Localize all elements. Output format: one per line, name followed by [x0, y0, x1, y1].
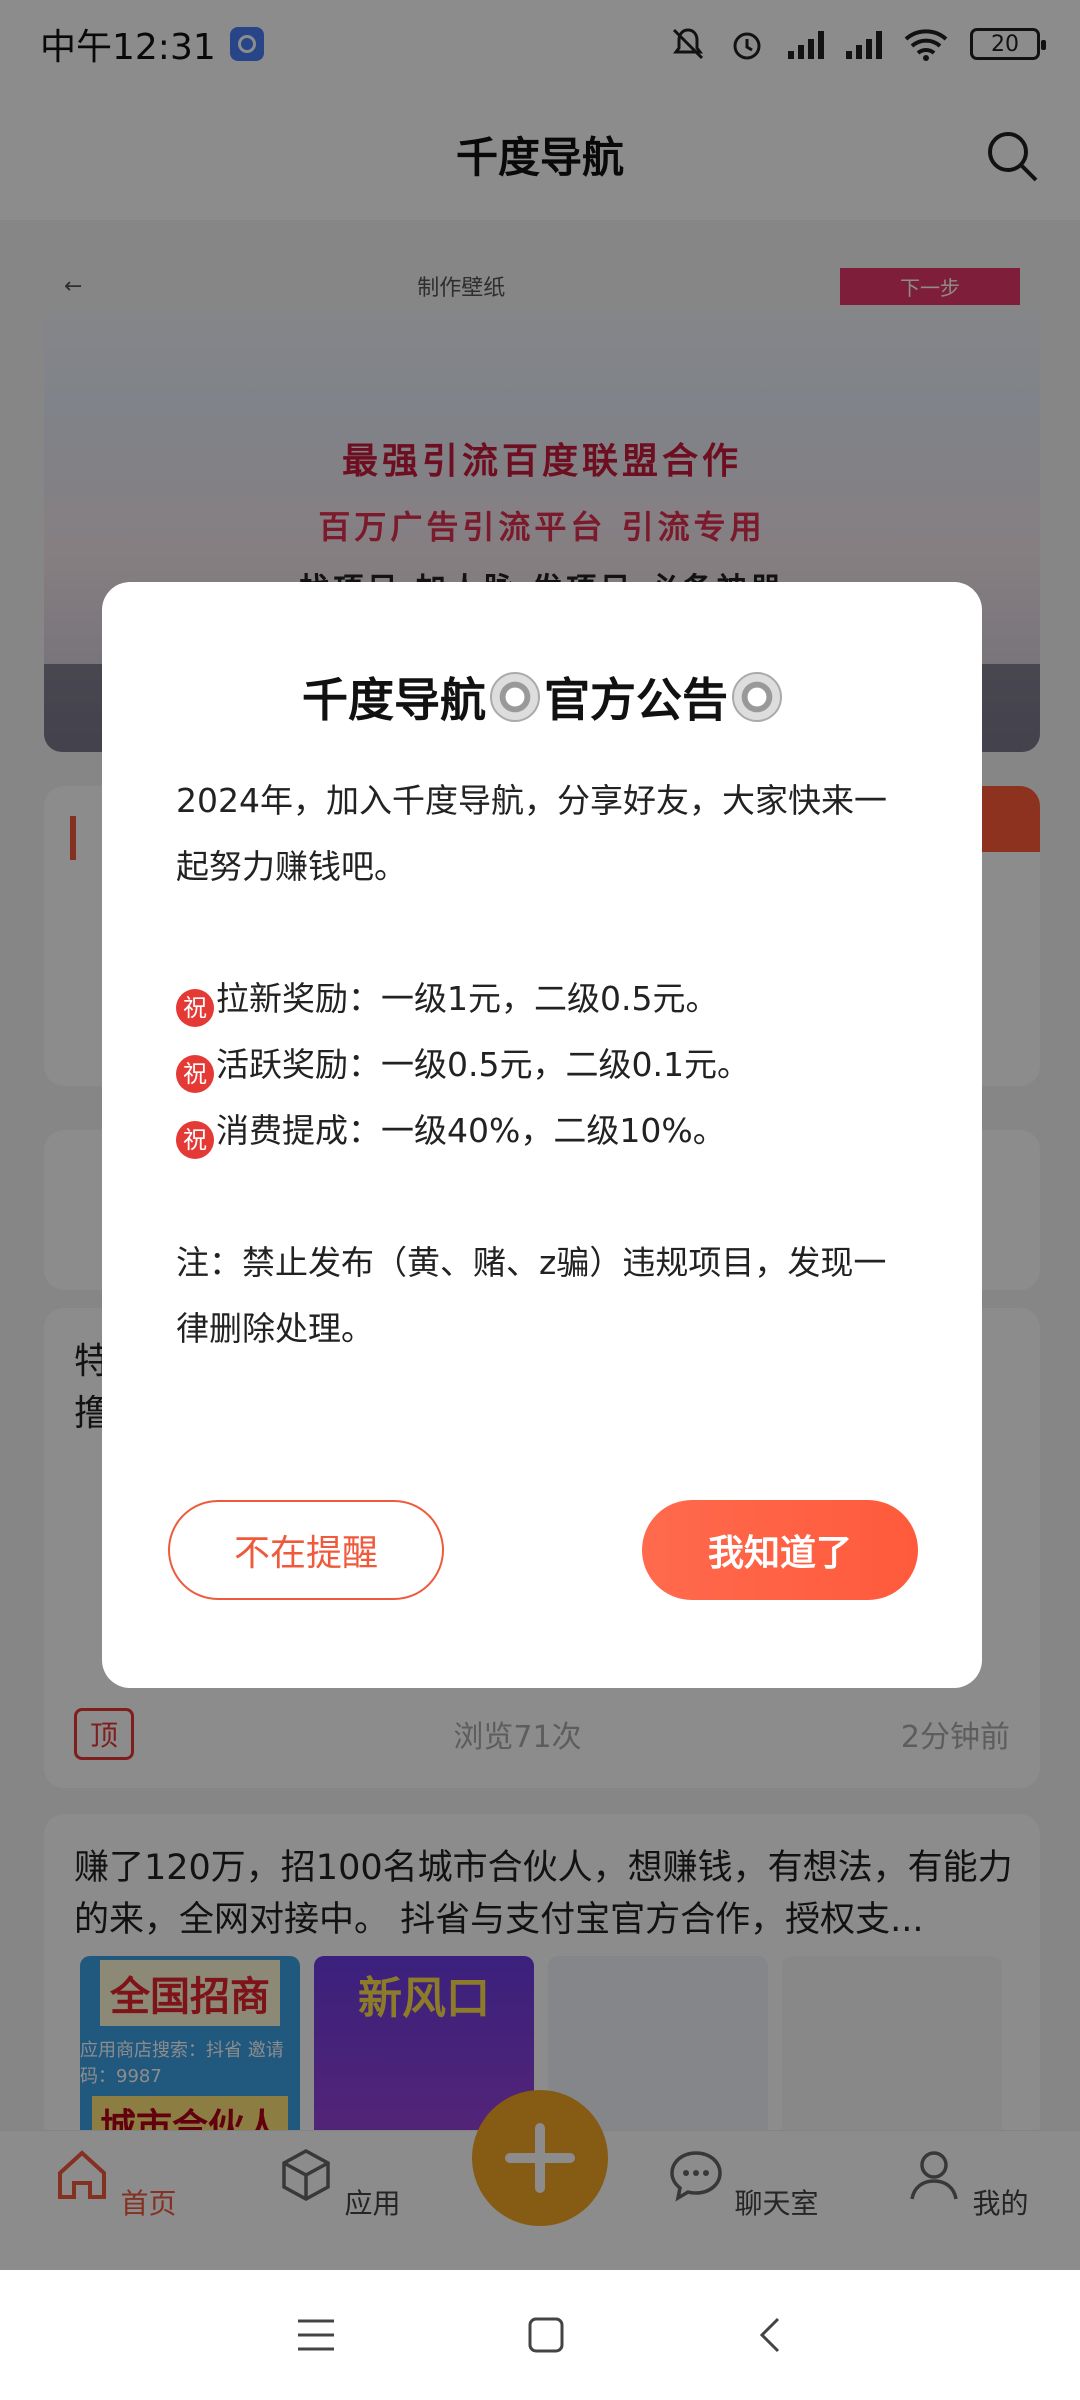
- acknowledge-button[interactable]: 我知道了: [642, 1500, 918, 1600]
- celebrate-icon-2: 祝: [176, 1055, 214, 1093]
- reward-text-2: 活跃奖励：一级0.5元，二级0.1元。: [216, 1045, 750, 1084]
- home-square-icon[interactable]: [526, 2315, 566, 2355]
- radio-button-icon: [490, 672, 540, 722]
- system-nav-bar: [0, 2270, 1080, 2400]
- dont-remind-button[interactable]: 不在提醒: [168, 1500, 444, 1600]
- dialog-intro: 2024年，加入千度导航，分享好友，大家快来一起努力赚钱吧。: [176, 781, 887, 886]
- dialog-note: 注：禁止发布（黄、赌、z骗）违规项目，发现一律删除处理。: [176, 1243, 887, 1348]
- celebrate-icon-3: 祝: [176, 1121, 214, 1159]
- back-icon[interactable]: [754, 2313, 786, 2357]
- reward-text-3: 消费提成：一级40%，二级10%。: [216, 1111, 726, 1150]
- dialog-title-text-2: 官方公告: [544, 673, 728, 727]
- reward-line-1: 祝拉新奖励：一级1元，二级0.5元。: [176, 966, 916, 1032]
- reward-line-2: 祝活跃奖励：一级0.5元，二级0.1元。: [176, 1032, 916, 1098]
- radio-button-icon-2: [732, 672, 782, 722]
- celebrate-icon: 祝: [176, 989, 214, 1027]
- screen: 中午12:31 20 千度导航 ← 制作壁纸 下一步 最强引流百度联盟合作 百万…: [0, 0, 1080, 2400]
- dialog-title-text: 千度导航: [302, 673, 486, 727]
- menu-icon[interactable]: [294, 2315, 338, 2355]
- reward-line-3: 祝消费提成：一级40%，二级10%。: [176, 1098, 916, 1164]
- reward-text-1: 拉新奖励：一级1元，二级0.5元。: [216, 979, 719, 1018]
- dialog-title: 千度导航 官方公告: [102, 664, 982, 730]
- announcement-dialog: 千度导航 官方公告 2024年，加入千度导航，分享好友，大家快来一起努力赚钱吧。…: [102, 582, 982, 1688]
- dialog-body: 2024年，加入千度导航，分享好友，大家快来一起努力赚钱吧。 祝拉新奖励：一级1…: [176, 768, 916, 1362]
